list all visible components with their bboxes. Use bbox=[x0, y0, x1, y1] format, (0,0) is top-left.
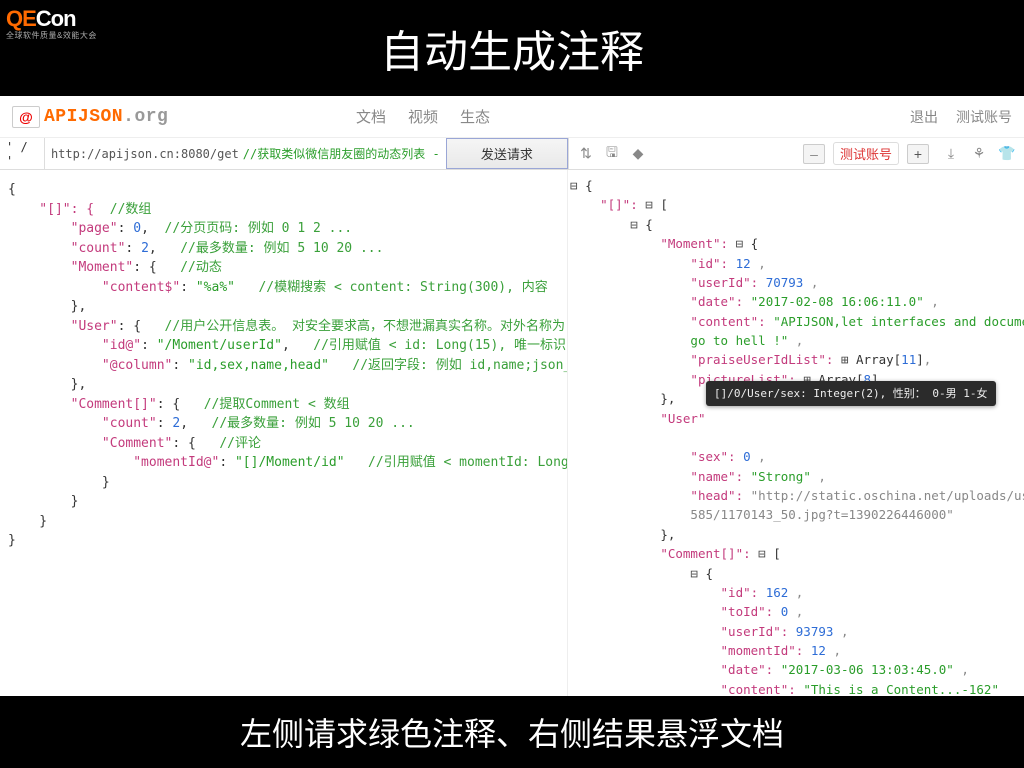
qecon-logo: QE Con 全球软件质量&效能大会 bbox=[6, 6, 97, 41]
shirt-icon[interactable]: 👕 bbox=[998, 145, 1016, 163]
nav-docs[interactable]: 文档 bbox=[356, 106, 386, 127]
request-editor[interactable]: { "[]": { //数组 "page": 0, //分页页码: 例如 0 1… bbox=[0, 170, 568, 696]
brand-icon: @ bbox=[12, 106, 40, 128]
nav-right: 退出 测试账号 bbox=[910, 107, 1012, 127]
app-header: @ APIJSON.org 文档 视频 生态 退出 测试账号 bbox=[0, 96, 1024, 138]
share-icon[interactable]: ⚘ bbox=[970, 145, 988, 163]
url-input[interactable]: http://apijson.cn:8080/get//获取类似微信朋友圈的动态… bbox=[45, 138, 446, 169]
hover-tooltip: []/0/User/sex: Integer(2), 性别： 0-男 1-女 bbox=[706, 381, 996, 406]
logout-link[interactable]: 退出 bbox=[910, 107, 938, 127]
cube-icon[interactable]: ◆ bbox=[629, 145, 647, 163]
slide-title: 自动生成注释 bbox=[380, 16, 644, 80]
logo-qe: QE bbox=[6, 6, 36, 32]
logo-con: Con bbox=[36, 6, 76, 32]
nav-center: 文档 视频 生态 bbox=[356, 106, 490, 127]
minus-button[interactable]: – bbox=[803, 144, 825, 164]
response-viewer[interactable]: ⊟ { "[]": ⊟ [ ⊟ { "Moment": ⊟ { "id": 12… bbox=[568, 170, 1024, 696]
filter-icon[interactable]: ⇅ bbox=[577, 145, 595, 163]
save-icon[interactable]: 🖫 bbox=[603, 145, 621, 163]
nav-eco[interactable]: 生态 bbox=[460, 106, 490, 127]
toolbar: ' / ' http://apijson.cn:8080/get//获取类似微信… bbox=[0, 138, 1024, 170]
slide-top-bar: QE Con 全球软件质量&效能大会 自动生成注释 bbox=[0, 0, 1024, 96]
test-account-link[interactable]: 测试账号 bbox=[956, 107, 1012, 127]
app-window: @ APIJSON.org 文档 视频 生态 退出 测试账号 ' / ' htt… bbox=[0, 96, 1024, 696]
plus-button[interactable]: + bbox=[907, 144, 929, 164]
path-prefix[interactable]: ' / ' bbox=[0, 138, 45, 169]
slide-footer: 左侧请求绿色注释、右侧结果悬浮文档 bbox=[0, 696, 1024, 768]
send-button[interactable]: 发送请求 bbox=[446, 138, 568, 169]
logo-subtitle: 全球软件质量&效能大会 bbox=[6, 30, 97, 41]
test-account-badge[interactable]: 测试账号 bbox=[833, 142, 899, 165]
brand-text[interactable]: APIJSON.org bbox=[44, 107, 168, 127]
download-icon[interactable]: ⤓ bbox=[942, 145, 960, 163]
nav-video[interactable]: 视频 bbox=[408, 106, 438, 127]
